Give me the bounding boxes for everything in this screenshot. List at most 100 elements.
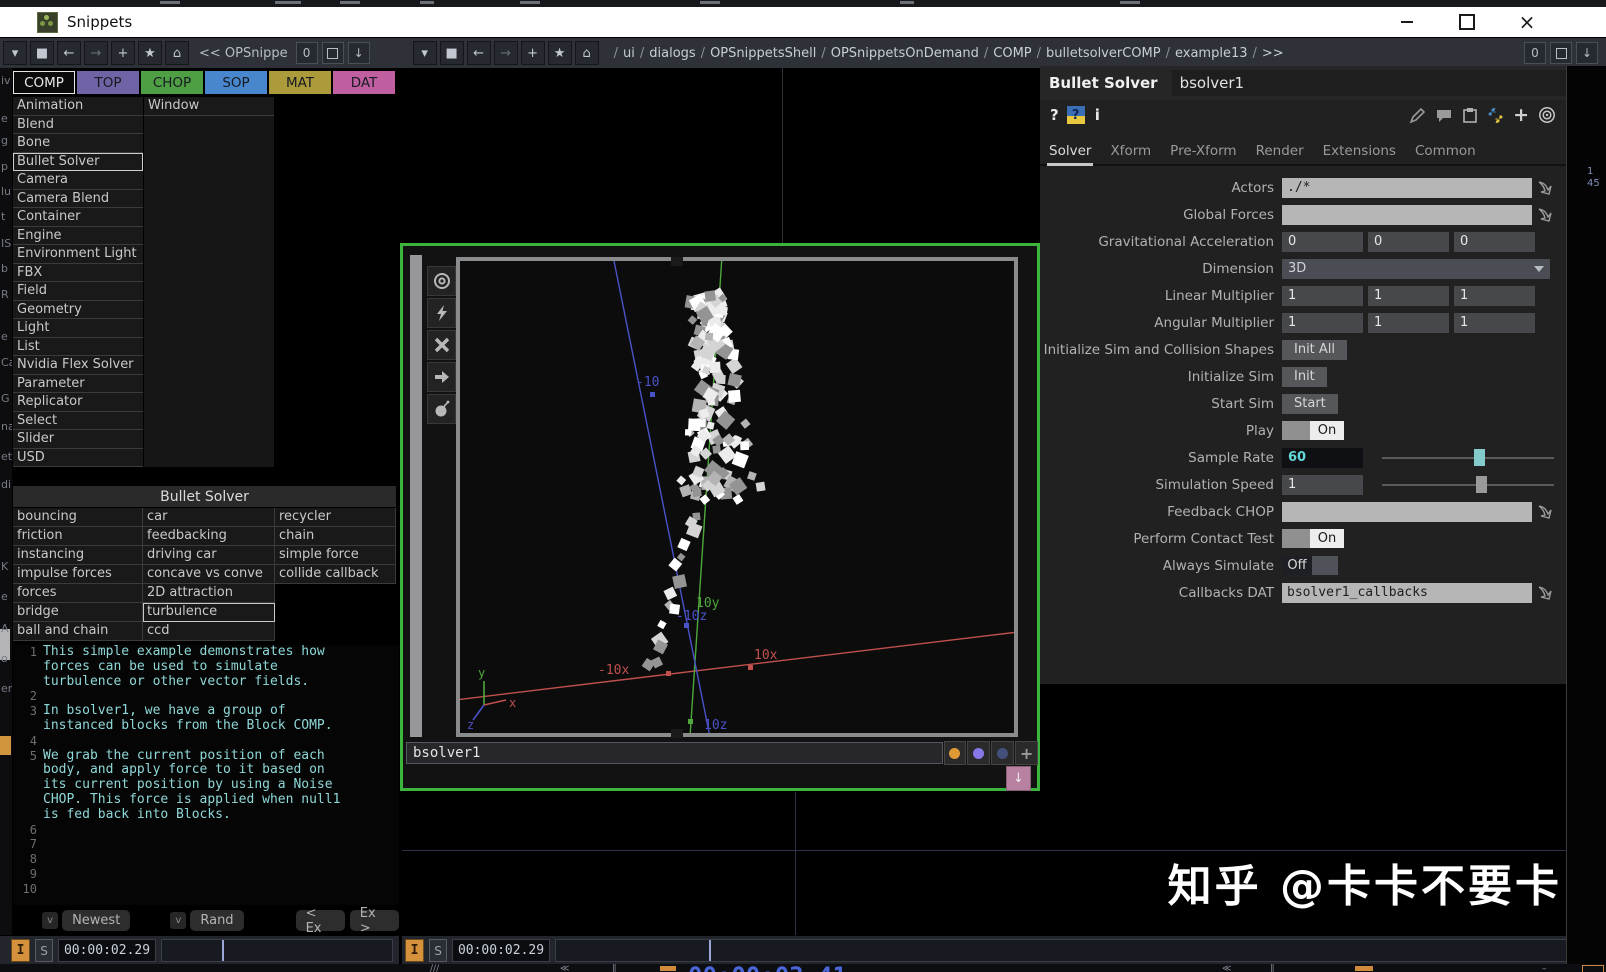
- list-item[interactable]: FBX: [13, 264, 143, 283]
- panel-edge-strip[interactable]: [410, 255, 422, 737]
- tab-chop[interactable]: CHOP: [141, 71, 203, 94]
- plus-icon[interactable]: +: [111, 41, 135, 65]
- viewer-arrow-button[interactable]: ↓: [1006, 766, 1031, 791]
- stop-icon[interactable]: ■: [30, 41, 54, 65]
- home-icon[interactable]: ⌂: [575, 41, 599, 65]
- list-item[interactable]: Field: [13, 282, 143, 301]
- example-item[interactable]: turbulence: [143, 603, 275, 622]
- forward-icon[interactable]: →: [84, 41, 108, 65]
- tab-mat[interactable]: MAT: [269, 71, 331, 94]
- solo-toggle[interactable]: S: [429, 939, 447, 962]
- example-item[interactable]: ccd: [143, 622, 275, 641]
- flag-purple[interactable]: [967, 741, 990, 765]
- minimize-button[interactable]: [1384, 7, 1430, 37]
- viewport-3d-scene[interactable]: -1010y-10z10x-10x10zyxz: [460, 261, 1014, 733]
- path-segment[interactable]: dialogs: [649, 46, 695, 61]
- list-item[interactable]: Window: [144, 97, 274, 116]
- python-help-icon[interactable]: ?: [1067, 106, 1085, 124]
- example-item[interactable]: driving car: [143, 546, 275, 565]
- list-item[interactable]: Engine: [13, 227, 143, 246]
- list-item[interactable]: Camera Blend: [13, 190, 143, 209]
- param-button[interactable]: Init All: [1282, 340, 1347, 360]
- export-arrow-icon[interactable]: [1536, 206, 1555, 224]
- info-icon[interactable]: i: [1095, 106, 1100, 124]
- path-segment[interactable]: bulletsolverCOMP: [1046, 46, 1161, 61]
- param-number-input[interactable]: 0: [1454, 232, 1535, 252]
- path-segment[interactable]: example13: [1175, 46, 1248, 61]
- forward-icon[interactable]: →: [494, 41, 518, 65]
- dropdown-icon[interactable]: ▾: [3, 41, 27, 65]
- example-item[interactable]: simple force: [275, 546, 396, 565]
- path-segment[interactable]: COMP: [993, 46, 1031, 61]
- example-item[interactable]: bridge: [13, 603, 143, 622]
- list-item[interactable]: List: [13, 338, 143, 357]
- lightning-icon[interactable]: [427, 298, 456, 328]
- param-toggle[interactable]: On: [1282, 421, 1344, 440]
- list-item[interactable]: Geometry: [13, 301, 143, 320]
- tab-comp[interactable]: COMP: [13, 71, 75, 94]
- slider-track[interactable]: [1382, 484, 1554, 486]
- tab-solver[interactable]: Solver: [1049, 143, 1091, 164]
- independent-toggle[interactable]: I: [405, 939, 424, 962]
- param-toggle[interactable]: Off: [1282, 556, 1338, 575]
- param-dropdown[interactable]: 3D: [1282, 259, 1550, 279]
- example-item[interactable]: friction: [13, 527, 143, 546]
- path-segment[interactable]: OPSnippetsOnDemand: [831, 46, 979, 61]
- example-item[interactable]: impulse forces: [13, 565, 143, 584]
- timecode-field[interactable]: 00:00:02.29: [58, 939, 156, 962]
- star-icon[interactable]: ★: [138, 41, 162, 65]
- param-text-input[interactable]: [1282, 205, 1532, 225]
- path-expand[interactable]: >>: [1262, 46, 1284, 61]
- param-button[interactable]: Start: [1282, 394, 1338, 414]
- solo-toggle[interactable]: S: [35, 939, 53, 962]
- rand-button[interactable]: Rand: [190, 910, 243, 931]
- add-parameter-icon[interactable]: +: [1513, 104, 1529, 126]
- example-item[interactable]: chain: [275, 527, 396, 546]
- list-item[interactable]: Bone: [13, 134, 143, 153]
- example-item[interactable]: car: [143, 508, 275, 527]
- frame-icon[interactable]: [1550, 42, 1572, 64]
- flag-blue[interactable]: [991, 741, 1014, 765]
- param-number-input[interactable]: 60: [1282, 448, 1363, 468]
- arrow-right-icon[interactable]: [427, 362, 456, 392]
- newest-dropdown-icon[interactable]: v: [42, 912, 58, 929]
- list-item[interactable]: Light: [13, 319, 143, 338]
- flag-plus[interactable]: +: [1015, 741, 1038, 765]
- tab-xform[interactable]: Xform: [1110, 143, 1151, 164]
- example-item[interactable]: feedbacking: [143, 527, 275, 546]
- example-item[interactable]: instancing: [13, 546, 143, 565]
- ex-next-button[interactable]: Ex >: [350, 910, 399, 931]
- list-item[interactable]: USD: [13, 449, 143, 468]
- close-button[interactable]: ×: [1504, 7, 1550, 37]
- export-arrow-icon[interactable]: [1536, 503, 1555, 521]
- newest-button[interactable]: Newest: [62, 910, 130, 931]
- timecode-field[interactable]: 00:00:02.29: [452, 939, 550, 962]
- export-arrow-icon[interactable]: [1536, 584, 1555, 602]
- list-item[interactable]: Animation: [13, 97, 143, 116]
- example-item[interactable]: 2D attraction: [143, 584, 275, 603]
- home-icon[interactable]: ⌂: [165, 41, 189, 65]
- list-item[interactable]: Select: [13, 412, 143, 431]
- tab-dat[interactable]: DAT: [333, 71, 395, 94]
- tab-sop[interactable]: SOP: [205, 71, 267, 94]
- list-item[interactable]: Bullet Solver: [13, 153, 143, 172]
- slider-handle[interactable]: [1476, 476, 1487, 493]
- slider-track[interactable]: [1382, 457, 1554, 459]
- counter-field[interactable]: 0: [296, 42, 318, 64]
- param-text-input[interactable]: ./*: [1282, 178, 1532, 198]
- dropdown-icon[interactable]: ▾: [413, 41, 437, 65]
- path-segment[interactable]: ui: [623, 46, 635, 61]
- back-icon[interactable]: ←: [467, 41, 491, 65]
- param-number-input[interactable]: 1: [1454, 286, 1535, 306]
- tab-top[interactable]: TOP: [77, 71, 139, 94]
- bomb-icon[interactable]: [427, 394, 456, 424]
- param-toggle[interactable]: On: [1282, 529, 1344, 548]
- list-item[interactable]: Blend: [13, 116, 143, 135]
- example-item[interactable]: collide callback: [275, 565, 396, 584]
- ex-prev-button[interactable]: < Ex: [296, 910, 345, 931]
- python-icon[interactable]: [1487, 107, 1504, 124]
- param-number-input[interactable]: 1: [1368, 286, 1449, 306]
- timeline-bar[interactable]: [161, 939, 393, 962]
- help-icon[interactable]: ?: [1050, 106, 1059, 124]
- star-icon[interactable]: ★: [548, 41, 572, 65]
